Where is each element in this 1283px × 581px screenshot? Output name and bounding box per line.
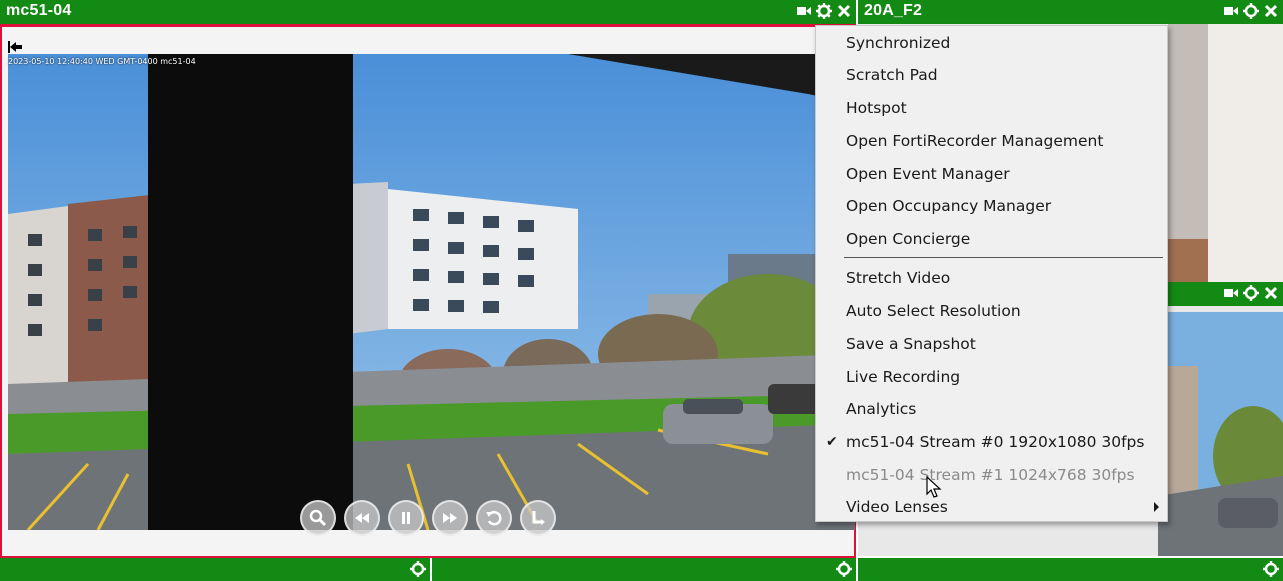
close-icon[interactable] bbox=[1263, 3, 1279, 19]
context-menu: Synchronized Scratch Pad Hotspot Open Fo… bbox=[815, 25, 1168, 522]
replay-icon[interactable] bbox=[476, 500, 512, 536]
gear-icon[interactable] bbox=[410, 561, 426, 577]
playback-controls bbox=[300, 500, 556, 536]
menu-item-open-concierge[interactable]: Open Concierge bbox=[816, 223, 1167, 255]
menu-item-label: Open Event Manager bbox=[846, 165, 1010, 183]
menu-item-synchronized[interactable]: Synchronized bbox=[816, 27, 1167, 59]
menu-separator bbox=[844, 257, 1163, 258]
close-icon[interactable] bbox=[1263, 285, 1279, 301]
camera-icon[interactable] bbox=[1223, 3, 1239, 19]
mouse-cursor-icon bbox=[926, 475, 942, 505]
checkmark-icon: ✔ bbox=[826, 434, 838, 450]
camera-icon[interactable] bbox=[796, 3, 812, 19]
gear-icon[interactable] bbox=[1263, 561, 1279, 577]
main-panel-title: mc51-04 bbox=[6, 2, 72, 19]
menu-item-label: Synchronized bbox=[846, 34, 951, 52]
menu-item-video-lenses[interactable]: Video Lenses bbox=[816, 491, 1167, 523]
camera-icon[interactable] bbox=[1223, 285, 1239, 301]
fast-forward-icon[interactable] bbox=[432, 500, 468, 536]
menu-item-label: Open FortiRecorder Management bbox=[846, 132, 1104, 150]
menu-item-label: Open Occupancy Manager bbox=[846, 197, 1052, 215]
menu-item-stream-0[interactable]: ✔ mc51-04 Stream #0 1920x1080 30fps bbox=[816, 426, 1167, 458]
gear-icon[interactable] bbox=[816, 3, 832, 19]
menu-item-analytics[interactable]: Analytics bbox=[816, 393, 1167, 425]
right-top-title: 20A_F2 bbox=[864, 2, 923, 19]
gear-icon[interactable] bbox=[1243, 285, 1259, 301]
close-icon[interactable] bbox=[836, 3, 852, 19]
bottom-bar-right bbox=[858, 558, 1283, 581]
right-top-titlebar: 20A_F2 bbox=[858, 0, 1283, 24]
menu-item-label: Save a Snapshot bbox=[846, 335, 976, 353]
menu-item-open-occupancy-manager[interactable]: Open Occupancy Manager bbox=[816, 190, 1167, 222]
menu-item-label: Stretch Video bbox=[846, 269, 951, 287]
rewind-icon[interactable] bbox=[344, 500, 380, 536]
submenu-arrow-icon bbox=[1154, 502, 1159, 512]
menu-item-hotspot[interactable]: Hotspot bbox=[816, 92, 1167, 124]
menu-item-label: mc51-04 Stream #0 1920x1080 30fps bbox=[846, 433, 1145, 451]
menu-item-label: Scratch Pad bbox=[846, 66, 938, 84]
main-panel-titlebar: mc51-04 bbox=[0, 0, 856, 24]
menu-item-save-snapshot[interactable]: Save a Snapshot bbox=[816, 328, 1167, 360]
bottom-bar-middle bbox=[432, 558, 856, 581]
main-video-feed[interactable] bbox=[8, 54, 855, 530]
menu-item-auto-select-resolution[interactable]: Auto Select Resolution bbox=[816, 295, 1167, 327]
menu-item-scratch-pad[interactable]: Scratch Pad bbox=[816, 59, 1167, 91]
menu-item-open-fortirecorder[interactable]: Open FortiRecorder Management bbox=[816, 125, 1167, 157]
menu-item-label: Analytics bbox=[846, 400, 917, 418]
menu-item-live-recording[interactable]: Live Recording bbox=[816, 361, 1167, 393]
jump-to-live-icon[interactable] bbox=[520, 500, 556, 536]
gear-icon[interactable] bbox=[1243, 3, 1259, 19]
menu-item-label: Open Concierge bbox=[846, 230, 971, 248]
bottom-bar-left bbox=[0, 558, 430, 581]
menu-item-label: mc51-04 Stream #1 1024x768 30fps bbox=[846, 466, 1135, 484]
gear-icon[interactable] bbox=[836, 561, 852, 577]
video-timestamp: 2023-05-10 12:40:40 WED GMT-0400 mc51-04 bbox=[8, 57, 196, 66]
pause-icon[interactable] bbox=[388, 500, 424, 536]
menu-item-stretch-video[interactable]: Stretch Video bbox=[816, 262, 1167, 294]
menu-item-label: Live Recording bbox=[846, 368, 961, 386]
zoom-icon[interactable] bbox=[300, 500, 336, 536]
menu-item-open-event-manager[interactable]: Open Event Manager bbox=[816, 158, 1167, 190]
menu-item-label: Auto Select Resolution bbox=[846, 302, 1021, 320]
back-arrow-icon[interactable] bbox=[8, 39, 24, 55]
menu-item-label: Hotspot bbox=[846, 99, 907, 117]
menu-item-stream-1: mc51-04 Stream #1 1024x768 30fps bbox=[816, 459, 1167, 491]
